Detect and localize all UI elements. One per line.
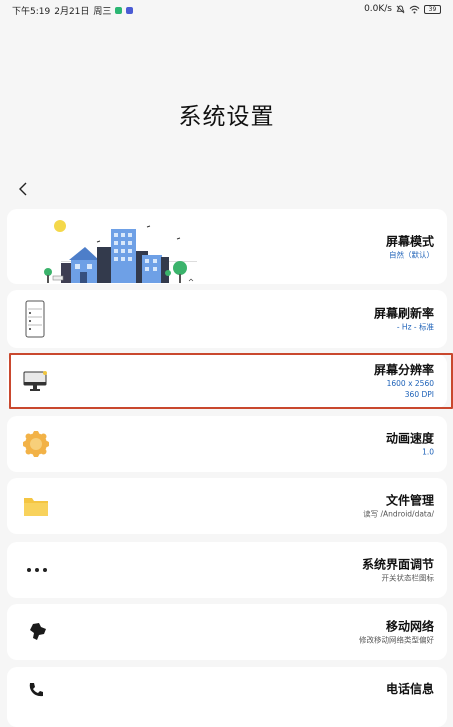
setting-text: 移动网络 修改移动网络类型偏好	[359, 619, 434, 646]
battery-icon: 39	[424, 4, 441, 14]
selection-highlight	[9, 353, 453, 409]
setting-animation-speed[interactable]: 动画速度 1.0	[7, 416, 447, 472]
status-left: 下午5:19 2月21日 周三	[12, 4, 134, 17]
phone-list-icon	[25, 300, 45, 338]
setting-title: 文件管理	[385, 493, 434, 508]
setting-screen-mode[interactable]: 屏幕模式 自然（默认）	[7, 209, 447, 284]
setting-subtitle: - Hz - 标准	[396, 322, 434, 332]
setting-subtitle: 开关状态栏图标	[381, 573, 435, 583]
setting-text: 系统界面调节 开关状态栏图标	[362, 557, 434, 584]
setting-text: 电话信息	[386, 681, 434, 697]
setting-title: 系统界面调节	[361, 557, 434, 572]
setting-title: 电话信息	[385, 682, 434, 696]
setting-title: 屏幕模式	[385, 234, 434, 248]
net-speed: 0.0K/s	[364, 4, 392, 14]
setting-title: 移动网络	[385, 619, 434, 634]
phone-icon	[29, 683, 43, 697]
setting-mobile-network[interactable]: 移动网络 修改移动网络类型偏好	[7, 604, 447, 660]
setting-title: 动画速度	[385, 431, 434, 446]
status-weekday: 周三	[93, 7, 112, 17]
app-notification-icon	[126, 7, 134, 14]
status-time: 下午5:19	[12, 7, 51, 17]
page-title: 系统设置	[178, 104, 275, 130]
setting-refresh-rate[interactable]: 屏幕刷新率 - Hz - 标准	[7, 290, 447, 348]
setting-file-manager[interactable]: 文件管理 读写 /Android/data/	[7, 478, 447, 534]
status-right: 0.0K/s 39	[364, 4, 441, 14]
setting-text: 动画速度 1.0	[386, 431, 434, 458]
mute-bell-icon	[396, 4, 405, 13]
setting-title: 屏幕刷新率	[373, 306, 434, 321]
setting-subtitle: 自然（默认）	[389, 250, 434, 259]
status-bar: 下午5:19 2月21日 周三 0.0K/s 39	[0, 0, 453, 18]
setting-subtitle: 1.0	[422, 447, 434, 457]
setting-phone-info[interactable]: 电话信息	[7, 667, 447, 727]
wechat-notification-icon	[115, 7, 123, 14]
dots-icon	[27, 568, 47, 572]
gear-icon	[23, 431, 49, 457]
map-icon	[30, 623, 46, 640]
setting-system-ui[interactable]: 系统界面调节 开关状态栏图标	[7, 542, 447, 598]
setting-subtitle: 读写 /Android/data/	[363, 509, 434, 519]
city-illustration-icon	[44, 220, 197, 283]
folder-icon	[24, 498, 48, 516]
back-button[interactable]	[14, 180, 32, 198]
chevron-left-icon	[19, 182, 27, 196]
setting-text: 文件管理 读写 /Android/data/	[363, 493, 434, 520]
setting-text: 屏幕刷新率 - Hz - 标准	[374, 306, 434, 333]
battery-level: 39	[428, 5, 437, 13]
setting-subtitle: 修改移动网络类型偏好	[359, 635, 434, 645]
setting-text: 屏幕模式 自然（默认）	[386, 233, 434, 260]
wifi-icon	[409, 5, 420, 13]
status-date: 2月21日	[54, 7, 90, 17]
